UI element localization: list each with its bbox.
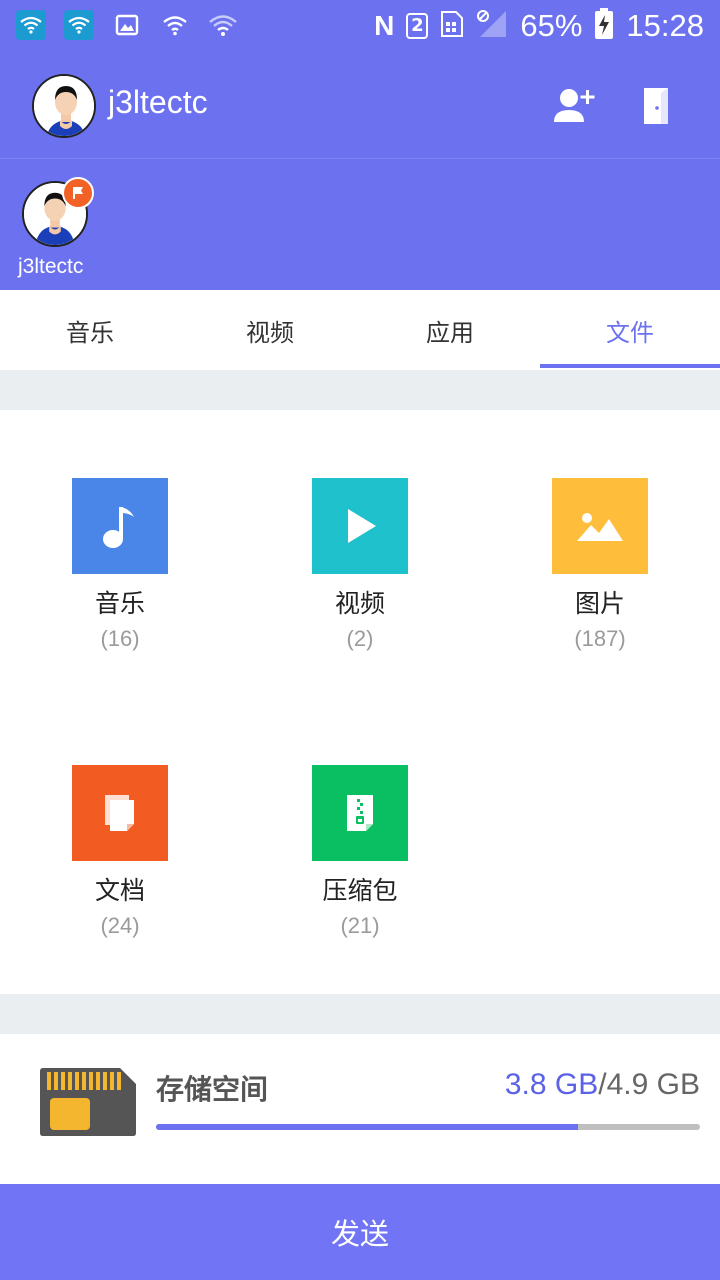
storage-label: 存储空间 <box>156 1073 269 1106</box>
category-documents[interactable]: 文档 (24) <box>0 765 240 939</box>
wifi-icon <box>160 10 190 40</box>
sim-icon <box>440 10 464 42</box>
category-label: 文档 <box>94 876 145 905</box>
tab-music[interactable]: 音乐 <box>0 290 180 370</box>
no-signal-icon <box>476 9 508 43</box>
storage-usage: 3.8 GB/4.9 GB <box>505 1068 700 1102</box>
storage-used: 3.8 GB <box>504 1068 599 1101</box>
category-archives[interactable]: 压缩包 (21) <box>240 765 480 939</box>
tab-apps[interactable]: 应用 <box>360 290 540 370</box>
category-label: 压缩包 <box>322 876 398 905</box>
category-label: 视频 <box>334 589 385 618</box>
category-label: 图片 <box>574 589 625 618</box>
peer-list: j3ltectc <box>0 159 720 290</box>
category-count: (2) <box>346 626 374 651</box>
sd-card-icon <box>40 1068 136 1140</box>
user-avatar[interactable] <box>32 74 96 138</box>
category-count: (187) <box>574 626 626 651</box>
app-header: j3ltectc <box>0 52 720 158</box>
wifi-icon <box>208 10 238 40</box>
sim-slot-badge: 2 <box>406 13 429 39</box>
battery-charging-icon <box>594 8 614 44</box>
storage-progress-fill <box>156 1124 578 1130</box>
header-username: j3ltectc <box>108 84 208 120</box>
category-count: (21) <box>340 913 380 938</box>
image-icon <box>112 10 142 40</box>
exit-door-icon <box>644 88 668 124</box>
storage-total: 4.9 GB <box>606 1068 700 1101</box>
nfc-icon: N <box>374 10 395 41</box>
status-bar: N 2 65% 15:28 <box>0 0 720 52</box>
flag-icon <box>62 177 94 209</box>
play-icon <box>312 478 408 574</box>
clock: 15:28 <box>626 8 704 43</box>
category-count: (24) <box>100 913 140 938</box>
storage-separator: / <box>598 1068 607 1101</box>
wifi-icon <box>16 10 46 40</box>
category-count: (16) <box>100 626 140 651</box>
category-label: 音乐 <box>94 589 145 618</box>
storage-progress-bar <box>156 1124 700 1130</box>
storage-panel: 存储空间 3.8 GB/4.9 GB <box>0 1034 720 1184</box>
avatar-icon <box>34 76 94 136</box>
add-user-button[interactable] <box>552 84 596 128</box>
peer-name: j3ltectc <box>18 255 84 278</box>
tab-video[interactable]: 视频 <box>180 290 360 370</box>
file-category-grid: 音乐 (16) 视频 (2) 图片 (187) 文档 (24) 压缩包 (21) <box>0 410 720 994</box>
tab-files[interactable]: 文件 <box>540 290 720 370</box>
peer-item[interactable]: j3ltectc <box>18 177 98 279</box>
exit-button[interactable] <box>634 84 678 128</box>
document-icon <box>72 765 168 861</box>
wifi-icon <box>64 10 94 40</box>
category-music[interactable]: 音乐 (16) <box>0 478 240 652</box>
category-tabs: 音乐 视频 应用 文件 <box>0 290 720 370</box>
category-video[interactable]: 视频 (2) <box>240 478 480 652</box>
category-images[interactable]: 图片 (187) <box>480 478 720 652</box>
send-button[interactable]: 发送 <box>0 1184 720 1280</box>
battery-percent: 65% <box>520 8 583 43</box>
music-note-icon <box>72 478 168 574</box>
image-icon <box>552 478 648 574</box>
add-user-icon <box>554 89 595 122</box>
zip-icon <box>312 765 408 861</box>
